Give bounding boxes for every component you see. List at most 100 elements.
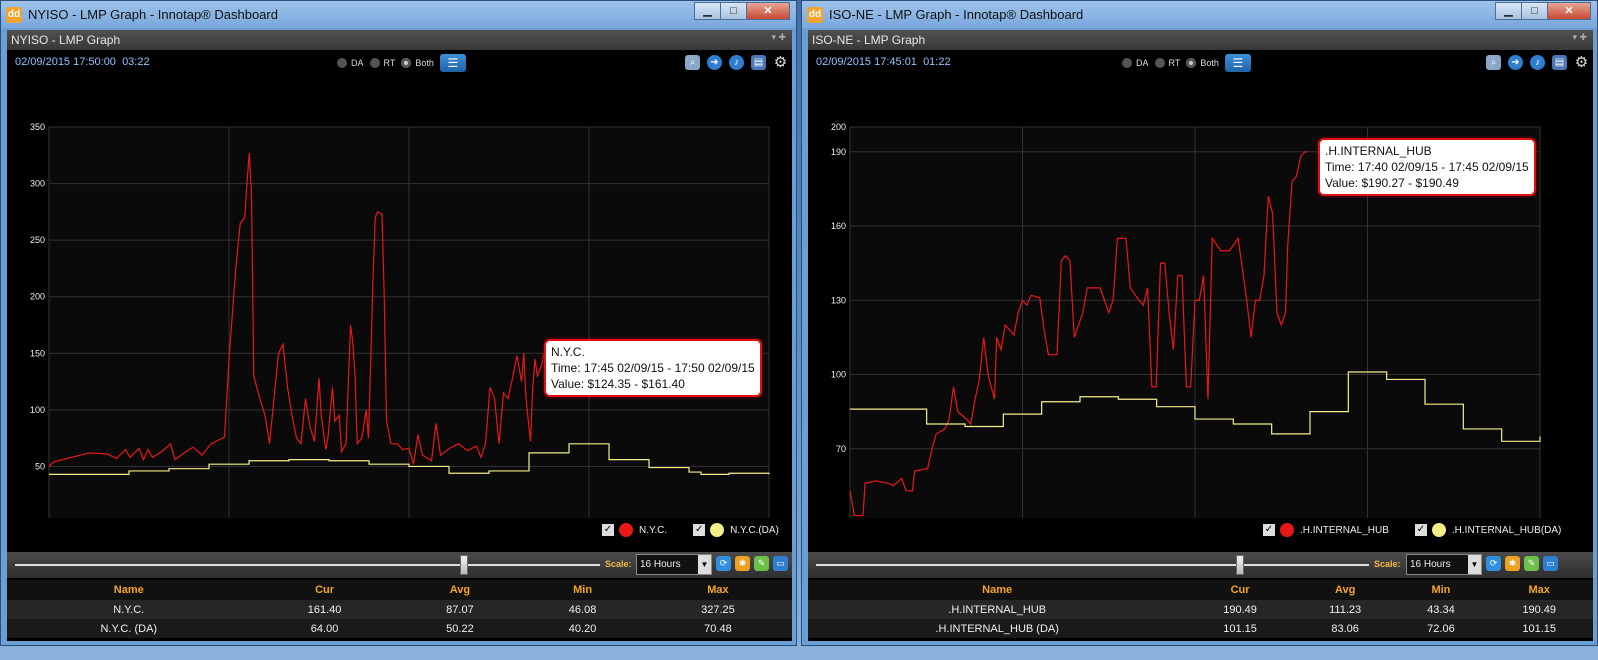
radio-rt[interactable] [1154,58,1165,68]
y-tick-label: 200 [30,292,45,302]
scale-bar: Scale: 16 Hours ▼ ⟳ ✱ ✎ ▭ [808,552,1593,578]
maximize-button[interactable]: □ [1521,2,1548,20]
chart-tooltip: .H.INTERNAL_HUB Time: 17:40 02/09/15 - 1… [1318,138,1536,196]
lmp-chart: 02/09 07:0002/09 11:0002/09 15:0002/09 1… [7,78,792,518]
chart-legend: ✓ N.Y.C. ✓ N.Y.C.(DA) [602,523,779,537]
scale-select[interactable]: 16 Hours ▼ [1406,554,1482,575]
scale-bar: Scale: 16 Hours ▼ ⟳ ✱ ✎ ▭ [7,552,792,578]
edit-icon[interactable]: ✎ [754,556,769,571]
y-tick-label: 190 [831,147,846,157]
legend-dot-da [1431,523,1446,537]
chart-legend: ✓ .H.INTERNAL_HUB ✓ .H.INTERNAL_HUB(DA) [1263,523,1562,537]
app-icon: dd [807,7,823,23]
timestamp: 02/09/2015 17:50:00 03:22 [15,56,150,68]
table-row[interactable]: .H.INTERNAL_HUB (DA) 101.15 83.06 72.06 101.… [808,619,1593,638]
refresh-icon[interactable]: ⟳ [1486,556,1501,571]
window-icon[interactable]: ▭ [1543,556,1558,571]
graph-toolbar: 02/09/2015 17:50:00 03:22 DA RT Both ☰ ⌕… [7,50,792,78]
y-tick-label: 50 [35,461,45,471]
table-row[interactable]: N.Y.C. 161.40 87.07 46.08 327.25 [7,600,792,619]
forward-icon[interactable]: ➜ [707,55,722,70]
window-title: NYISO - LMP Graph - Innotap® Dashboard [28,7,278,22]
time-slider-track[interactable] [816,564,1369,566]
settings-icon[interactable]: ✱ [1505,556,1520,571]
panel-pin-icon[interactable]: ▾ ✚ [1572,32,1587,43]
minimize-button[interactable]: ▁ [694,2,721,20]
y-tick-label: 70 [836,444,846,454]
lmp-panel: NYISO - LMP Graph ▾ ✚ 02/09/2015 17:50:0… [7,30,792,641]
table-row[interactable]: .H.INTERNAL_HUB 190.49 111.23 43.34 190.49 [808,600,1593,619]
time-slider-track[interactable] [15,564,600,566]
zoom-icon[interactable]: ⌕ [1486,55,1501,70]
countdown: 03:22 [122,56,150,68]
y-tick-label: 350 [30,122,45,132]
time-slider-thumb[interactable] [459,555,468,575]
graph-toolbar: 02/09/2015 17:45:01 01:22 DA RT Both ☰ ⌕… [808,50,1593,78]
y-tick-label: 160 [831,221,846,231]
y-tick-label: 250 [30,235,45,245]
export-icon[interactable]: ▤ [751,55,766,70]
market-radio-group: DA RT Both ☰ [1122,54,1251,72]
y-tick-label: 300 [30,179,45,189]
list-button[interactable]: ☰ [439,54,466,72]
export-icon[interactable]: ▤ [1552,55,1567,70]
panel-title: ISO-NE - LMP Graph [812,33,926,47]
chevron-down-icon: ▼ [698,555,711,574]
settings-icon[interactable]: ✱ [735,556,750,571]
stats-table: Name Cur Avg Min Max N.Y.C. 161.40 87.07 46… [7,580,792,638]
legend-checkbox-da[interactable]: ✓ [693,524,706,536]
maximize-button[interactable]: □ [720,2,747,20]
legend-checkbox-rt[interactable]: ✓ [602,524,614,536]
radio-rt[interactable] [369,58,380,68]
legend-dot-rt [619,523,633,537]
title-bar[interactable]: dd ISO-NE - LMP Graph - Innotap® Dashboa… [802,1,1597,28]
sound-icon[interactable]: ♪ [729,55,744,70]
list-button[interactable]: ☰ [1224,54,1251,72]
radio-da[interactable] [337,58,347,68]
legend-dot-rt [1280,523,1294,537]
panel-title: NYISO - LMP Graph [11,33,121,47]
title-bar[interactable]: dd NYISO - LMP Graph - Innotap® Dashboar… [1,1,796,28]
panel-header: NYISO - LMP Graph ▾ ✚ [7,30,792,50]
chevron-down-icon: ▼ [1468,555,1481,574]
panel-pin-icon[interactable]: ▾ ✚ [771,32,786,43]
legend-dot-da [710,523,725,537]
market-radio-group: DA RT Both ☰ [337,54,466,72]
legend-checkbox-rt[interactable]: ✓ [1263,524,1275,536]
legend-checkbox-da[interactable]: ✓ [1414,524,1427,536]
scale-select[interactable]: 16 Hours ▼ [636,554,712,575]
y-tick-label: 100 [831,370,846,380]
y-tick-label: 100 [30,405,45,415]
panel-header: ISO-NE - LMP Graph ▾ ✚ [808,30,1593,50]
window-icon[interactable]: ▭ [773,556,788,571]
stats-table: Name Cur Avg Min Max .H.INTERNAL_HUB 190.… [808,580,1593,638]
time-slider-thumb[interactable] [1236,555,1245,575]
radio-both[interactable] [1186,58,1197,68]
y-tick-label: 130 [831,295,846,305]
lmp-chart: 02/09 07:0002/09 11:0002/09 15:0002/09 1… [808,78,1593,518]
radio-da[interactable] [1122,58,1132,68]
countdown: 01:22 [923,56,951,68]
gear-icon[interactable]: ⚙ [1574,55,1589,70]
edit-icon[interactable]: ✎ [1524,556,1539,571]
table-row[interactable]: N.Y.C. (DA) 64.00 50.22 40.20 70.48 [7,619,792,638]
close-button[interactable]: ✕ [1547,2,1591,20]
zoom-icon[interactable]: ⌕ [685,55,700,70]
window-title: ISO-NE - LMP Graph - Innotap® Dashboard [829,7,1084,22]
lmp-panel: ISO-NE - LMP Graph ▾ ✚ 02/09/2015 17:45:… [808,30,1593,641]
y-tick-label: 150 [30,348,45,358]
isone-window: dd ISO-NE - LMP Graph - Innotap® Dashboa… [801,0,1598,646]
minimize-button[interactable]: ▁ [1495,2,1522,20]
timestamp: 02/09/2015 17:45:01 01:22 [816,56,951,68]
sound-icon[interactable]: ♪ [1530,55,1545,70]
lmp-chart-svg: 02/09 07:0002/09 11:0002/09 15:0002/09 1… [30,122,770,518]
refresh-icon[interactable]: ⟳ [716,556,731,571]
chart-tooltip: N.Y.C. Time: 17:45 02/09/15 - 17:50 02/0… [544,339,762,397]
app-icon: dd [6,7,22,23]
forward-icon[interactable]: ➜ [1508,55,1523,70]
y-tick-label: 200 [831,122,846,132]
gear-icon[interactable]: ⚙ [773,55,788,70]
radio-both[interactable] [401,58,412,68]
nyiso-window: dd NYISO - LMP Graph - Innotap® Dashboar… [0,0,797,646]
close-button[interactable]: ✕ [746,2,790,20]
